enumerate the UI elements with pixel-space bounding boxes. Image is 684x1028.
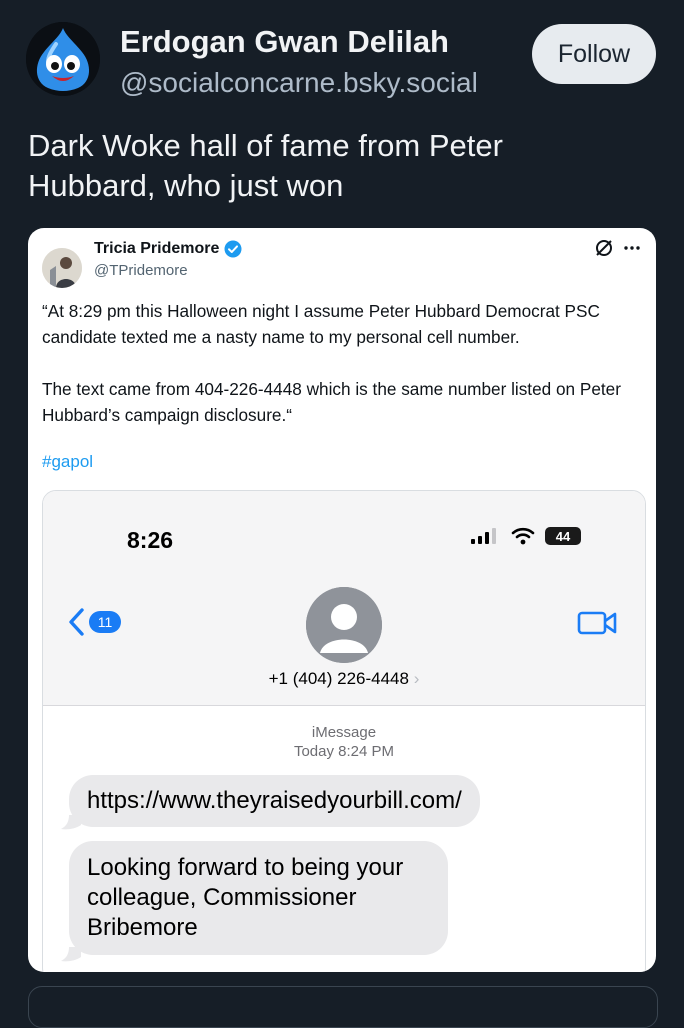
status-time: 8:26 xyxy=(127,527,174,553)
tweet-avatar xyxy=(42,248,82,288)
contact-number: +1 (404) 226-4448 › xyxy=(268,669,420,688)
tweet-tools xyxy=(594,238,642,258)
sms-screenshot: 8:26 44 11 +1 (404) 226-4448 › iMessage … xyxy=(42,490,646,972)
video-call-icon xyxy=(577,611,617,635)
contact-avatar xyxy=(306,587,382,663)
status-icons: 44 xyxy=(471,527,581,545)
bubble-tail xyxy=(61,947,81,962)
author-avatar[interactable] xyxy=(26,22,100,96)
embedded-image[interactable]: Tricia Pridemore @TPridemore “At 8:29 pm… xyxy=(28,228,656,972)
wifi-icon xyxy=(511,527,535,545)
imessage-label: iMessage Today 8:24 PM xyxy=(293,724,395,760)
author-name[interactable]: Erdogan Gwan Delilah xyxy=(120,24,449,60)
sms-header: 8:26 44 11 +1 (404) 226-4448 › xyxy=(43,491,645,706)
follow-button[interactable]: Follow xyxy=(532,24,656,84)
tweet-hashtag: #gapol xyxy=(42,452,94,471)
tweet-author-name: Tricia Pridemore xyxy=(94,240,242,258)
message-bubble: Looking forward to being your colleague,… xyxy=(69,841,448,955)
battery-icon: 44 xyxy=(545,527,581,545)
chevron-left-icon xyxy=(69,608,84,636)
post-text: Dark Woke hall of fame from Peter Hubbar… xyxy=(28,128,503,203)
unread-count-badge: 11 xyxy=(89,611,121,633)
verified-badge-icon xyxy=(224,240,242,258)
slash-circle-icon xyxy=(596,240,612,256)
blue-slime-avatar-icon xyxy=(26,22,100,96)
tweet-author-handle: @TPridemore xyxy=(94,262,188,279)
author-handle[interactable]: @socialconcarne.bsky.social xyxy=(120,67,478,99)
signal-icon xyxy=(471,528,496,544)
chevron-right-icon: › xyxy=(413,669,420,688)
bubble-tail xyxy=(61,815,81,830)
back-button: 11 xyxy=(67,607,121,637)
message-bubble: https://www.theyraisedyourbill.com/ xyxy=(69,775,480,827)
more-dots-icon xyxy=(624,246,640,250)
person-icon xyxy=(306,587,382,663)
next-post-edge xyxy=(28,986,658,1028)
tweet-body: “At 8:29 pm this Halloween night I assum… xyxy=(42,301,621,425)
